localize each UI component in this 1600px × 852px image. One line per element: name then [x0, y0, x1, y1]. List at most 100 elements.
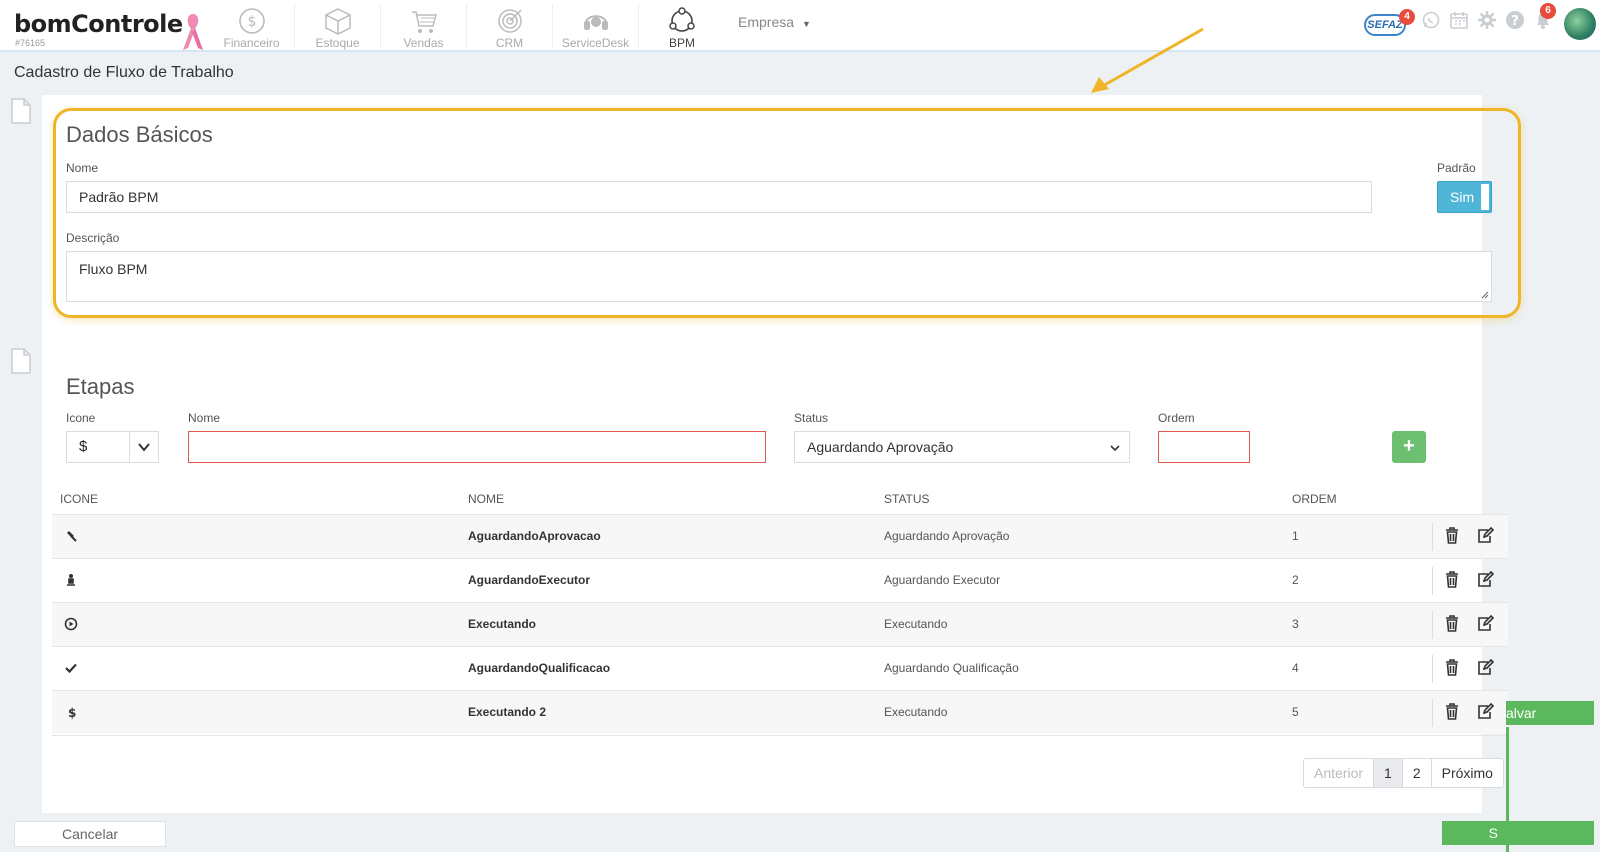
etapa-ordem: 3 [1292, 617, 1299, 631]
etapa-status: Aguardando Aprovação [884, 529, 1010, 543]
nav-vendas[interactable]: Vendas [381, 4, 467, 50]
trash-icon[interactable] [1444, 703, 1460, 720]
etapa-nome: Executando 2 [468, 705, 547, 719]
notifications-badge: 6 [1540, 3, 1556, 19]
table-row: AguardandoExecutor Aguardando Executor 2 [52, 558, 1508, 602]
row-divider [1432, 655, 1433, 683]
play-circle-icon [64, 617, 78, 631]
nav-label: BPM [668, 36, 695, 50]
table-row: AguardandoAprovacao Aguardando Aprovação… [52, 514, 1508, 558]
add-etapa-button[interactable]: + [1392, 431, 1426, 463]
edit-icon[interactable] [1476, 615, 1494, 632]
descricao-textarea[interactable]: Fluxo BPM [66, 251, 1492, 302]
person-icon [67, 574, 75, 586]
brand-logo[interactable]: bomControle [14, 10, 183, 38]
nav-label: CRM [495, 36, 524, 50]
pagination-page-2[interactable]: 2 [1402, 759, 1432, 787]
column-header-nome: NOME [468, 492, 504, 506]
edit-icon[interactable] [1476, 571, 1494, 588]
etapa-nome: AguardandoExecutor [468, 573, 591, 587]
page-title: Cadastro de Fluxo de Trabalho [14, 64, 234, 81]
trash-icon[interactable] [1444, 659, 1460, 676]
pagination-prev[interactable]: Anterior [1304, 759, 1375, 787]
svg-text:?: ? [1511, 14, 1519, 29]
pagination: Anterior 1 2 Próximo [1303, 758, 1504, 788]
trash-icon[interactable] [1444, 571, 1460, 588]
etapa-status: Executando [884, 705, 948, 719]
etapa-nome-label: Nome [188, 411, 221, 425]
nome-label: Nome [66, 161, 99, 175]
nav-label: ServiceDesk [561, 36, 630, 50]
etapa-nome: Executando [468, 617, 537, 631]
status-select[interactable]: Aguardando Aprovação [794, 431, 1130, 463]
edit-icon[interactable] [1476, 659, 1494, 676]
etapa-status: Executando [884, 617, 948, 631]
pagination-next[interactable]: Próximo [1431, 759, 1503, 787]
help-icon[interactable]: ? [1505, 10, 1525, 30]
etapas-title: Etapas [66, 374, 135, 399]
edit-icon[interactable] [1476, 527, 1494, 544]
sefaz-label: SEFAZ [1367, 19, 1403, 31]
cancel-button[interactable]: Cancelar [14, 821, 166, 847]
column-header-status: STATUS [884, 492, 930, 506]
dollar-circle-icon: $ [238, 8, 265, 34]
check-icon [65, 663, 77, 674]
table-bottom-border [52, 735, 1508, 736]
trash-icon[interactable] [1444, 615, 1460, 632]
etapa-ordem: 4 [1292, 661, 1299, 675]
padrao-toggle[interactable]: Sim [1437, 181, 1492, 213]
row-divider [1432, 523, 1433, 551]
user-avatar[interactable] [1564, 8, 1596, 40]
save-button[interactable]: alvar [1506, 701, 1594, 725]
etapa-ordem: 5 [1292, 705, 1299, 719]
svg-text:$: $ [68, 706, 76, 719]
empresa-dropdown[interactable]: Empresa ▼ [738, 14, 811, 30]
ordem-input[interactable] [1158, 431, 1250, 463]
padrao-value: Sim [1450, 189, 1475, 205]
etapa-status: Aguardando Executor [884, 573, 1001, 587]
table-row: $ Executando 2 Executando 5 [52, 690, 1508, 734]
nav-label: Vendas [403, 36, 444, 50]
cart-icon [411, 11, 437, 33]
nav-servicedesk[interactable]: ServiceDesk [553, 4, 639, 50]
nav-financeiro[interactable]: $ Financeiro [209, 4, 295, 50]
svg-text:$: $ [247, 14, 256, 30]
ordem-label: Ordem [1158, 411, 1195, 425]
etapa-nome-input[interactable] [188, 431, 766, 463]
empresa-label: Empresa [738, 14, 795, 30]
nav-label: Estoque [315, 36, 360, 50]
plus-icon: + [1403, 435, 1415, 457]
gear-icon[interactable] [1477, 10, 1497, 30]
pagination-page-1[interactable]: 1 [1374, 759, 1403, 787]
target-icon [497, 9, 522, 33]
pink-ribbon-icon [183, 14, 203, 50]
calendar-icon[interactable] [1449, 10, 1469, 30]
row-divider [1432, 567, 1433, 595]
nav-crm[interactable]: CRM [467, 4, 553, 50]
trash-icon[interactable] [1444, 527, 1460, 544]
toggle-knob [1481, 184, 1489, 210]
nav-bpm[interactable]: BPM [639, 4, 725, 50]
chevron-down-icon [138, 443, 150, 452]
padrao-label: Padrão [1437, 161, 1476, 175]
nome-value: Padrão BPM [79, 189, 159, 205]
etapa-nome: AguardandoAprovacao [468, 529, 601, 543]
caret-down-icon: ▼ [802, 19, 811, 29]
resize-grip-icon[interactable] [1481, 291, 1489, 299]
bpm-cycle-icon [669, 7, 695, 32]
icone-label: Icone [66, 411, 96, 425]
gavel-icon [67, 531, 77, 542]
save-bottom-button[interactable]: S [1442, 821, 1594, 845]
row-divider [1432, 611, 1433, 639]
top-navbar: bomControle #76165 $ Financeiro Estoque … [0, 0, 1600, 52]
chevron-down-icon [1110, 445, 1120, 452]
icone-select[interactable]: $ [66, 431, 159, 463]
nome-input[interactable]: Padrão BPM [66, 181, 1372, 213]
nav-estoque[interactable]: Estoque [295, 4, 381, 50]
box-icon [324, 8, 351, 35]
descricao-label: Descrição [66, 231, 120, 245]
whatsapp-icon[interactable] [1421, 10, 1441, 30]
edit-icon[interactable] [1476, 703, 1494, 720]
icone-select-value: $ [79, 438, 88, 455]
nav-label: Financeiro [223, 36, 280, 50]
